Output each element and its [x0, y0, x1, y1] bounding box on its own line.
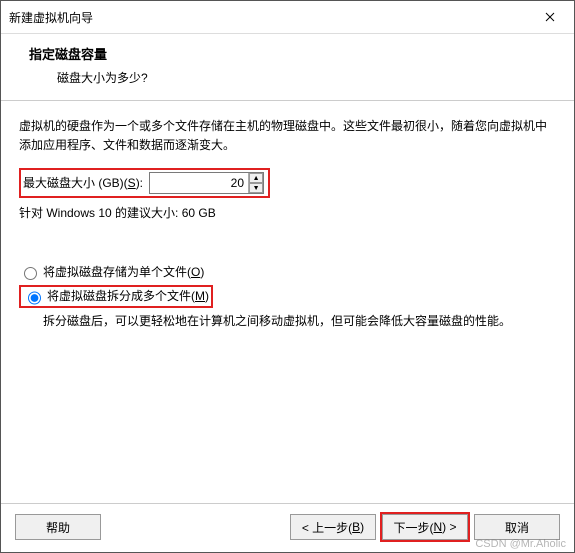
- radio-single-file-label: 将虚拟磁盘存储为单个文件(O): [43, 263, 204, 282]
- titlebar: 新建虚拟机向导: [1, 1, 574, 34]
- page-subtitle: 磁盘大小为多少?: [57, 69, 560, 86]
- cancel-button[interactable]: 取消: [474, 514, 560, 540]
- disk-size-row: 最大磁盘大小 (GB)(S): ▲ ▼: [19, 168, 270, 198]
- help-button[interactable]: 帮助: [15, 514, 101, 540]
- close-icon[interactable]: [536, 7, 564, 27]
- radio-split-files-input[interactable]: [28, 290, 41, 306]
- wizard-footer: 帮助 < 上一步(B) 下一步(N) > 取消: [1, 503, 574, 552]
- back-button[interactable]: < 上一步(B): [290, 514, 376, 540]
- radio-single-file-input[interactable]: [24, 267, 37, 280]
- disk-size-input[interactable]: [150, 173, 248, 193]
- disk-description: 虚拟机的硬盘作为一个或多个文件存储在主机的物理磁盘中。这些文件最初很小，随着您向…: [19, 117, 554, 154]
- radio-split-files[interactable]: 将虚拟磁盘拆分成多个文件(M): [19, 285, 554, 308]
- window-title: 新建虚拟机向导: [9, 9, 93, 26]
- spinner-buttons: ▲ ▼: [248, 173, 263, 193]
- wizard-header: 指定磁盘容量 磁盘大小为多少?: [1, 34, 574, 101]
- radio-split-files-label: 将虚拟磁盘拆分成多个文件(M): [47, 287, 209, 306]
- disk-size-label: 最大磁盘大小 (GB)(S):: [21, 174, 143, 193]
- spinner-down-icon[interactable]: ▼: [249, 183, 263, 193]
- radio-single-file[interactable]: 将虚拟磁盘存储为单个文件(O): [19, 263, 554, 282]
- size-recommendation: 针对 Windows 10 的建议大小: 60 GB: [19, 204, 554, 223]
- radio-split-highlight: 将虚拟磁盘拆分成多个文件(M): [19, 285, 213, 308]
- next-button[interactable]: 下一步(N) >: [382, 514, 468, 540]
- disk-size-spinner[interactable]: ▲ ▼: [149, 172, 264, 194]
- wizard-content: 虚拟机的硬盘作为一个或多个文件存储在主机的物理磁盘中。这些文件最初很小，随着您向…: [1, 101, 574, 503]
- split-description: 拆分磁盘后，可以更轻松地在计算机之间移动虚拟机，但可能会降低大容量磁盘的性能。: [43, 312, 554, 331]
- page-title: 指定磁盘容量: [29, 44, 560, 63]
- spinner-up-icon[interactable]: ▲: [249, 173, 263, 183]
- wizard-window: 新建虚拟机向导 指定磁盘容量 磁盘大小为多少? 虚拟机的硬盘作为一个或多个文件存…: [0, 0, 575, 553]
